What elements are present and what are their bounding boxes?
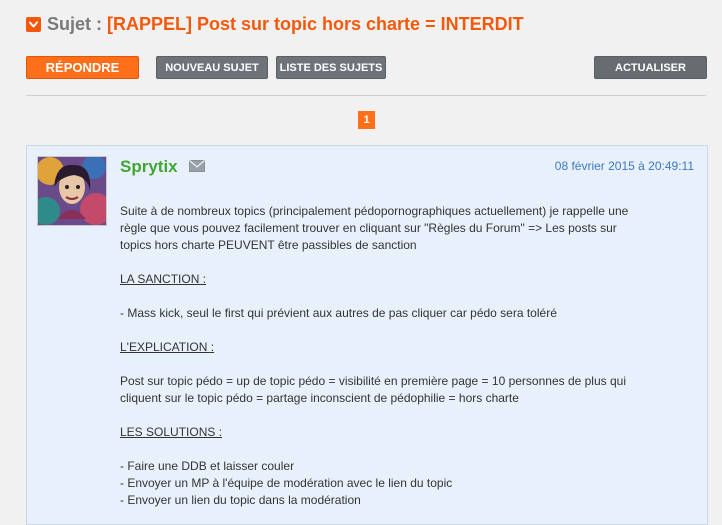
section-heading-sanction: LA SANCTION :: [120, 272, 207, 286]
post-body: Suite à de nombreux topics (principaleme…: [120, 203, 690, 509]
post-card: Sprytix 08 février 2015 à 20:49:11 Suite…: [26, 145, 708, 525]
post-text-line: - Faire une DDB et laisser couler: [120, 459, 295, 473]
topic-title: [RAPPEL] Post sur topic hors charte = IN…: [107, 13, 524, 34]
refresh-button[interactable]: ACTUALISER: [594, 56, 707, 79]
page-number-current[interactable]: 1: [358, 111, 375, 129]
post-date: 08 février 2015 à 20:49:11: [554, 159, 694, 173]
avatar[interactable]: [37, 156, 107, 226]
topic-prefix: Sujet :: [47, 13, 103, 34]
post-text-line: - Mass kick, seul le first qui prévient …: [120, 306, 557, 320]
post-text-line: Post sur topic pédo = up de topic pédo =…: [120, 374, 626, 388]
divider: [26, 95, 706, 96]
envelope-icon[interactable]: [189, 159, 205, 177]
topic-list-button[interactable]: LISTE DES SUJETS: [276, 56, 386, 79]
post-text-line: règle que vous pouvez facilement trouver…: [120, 221, 617, 235]
topic-header: Sujet : [RAPPEL] Post sur topic hors cha…: [26, 12, 524, 36]
post-text-line: cliquent sur le topic pédo = partage inc…: [120, 391, 519, 405]
new-topic-button[interactable]: NOUVEAU SUJET: [156, 56, 268, 79]
post-text-line: - Envoyer un MP à l'équipe de modération…: [120, 476, 453, 490]
post-text-line: Suite à de nombreux topics (principaleme…: [120, 204, 629, 218]
section-heading-solutions: LES SOLUTIONS :: [120, 425, 223, 439]
section-heading-explanation: L'EXPLICATION :: [120, 340, 215, 354]
reply-button[interactable]: RÉPONDRE: [26, 56, 139, 79]
author-name[interactable]: Sprytix: [120, 157, 178, 177]
post-text-line: - Envoyer un lien du topic dans la modér…: [120, 493, 361, 507]
post-text-line: topics hors charte PEUVENT être passible…: [120, 238, 417, 252]
chevron-down-icon[interactable]: [26, 16, 41, 32]
